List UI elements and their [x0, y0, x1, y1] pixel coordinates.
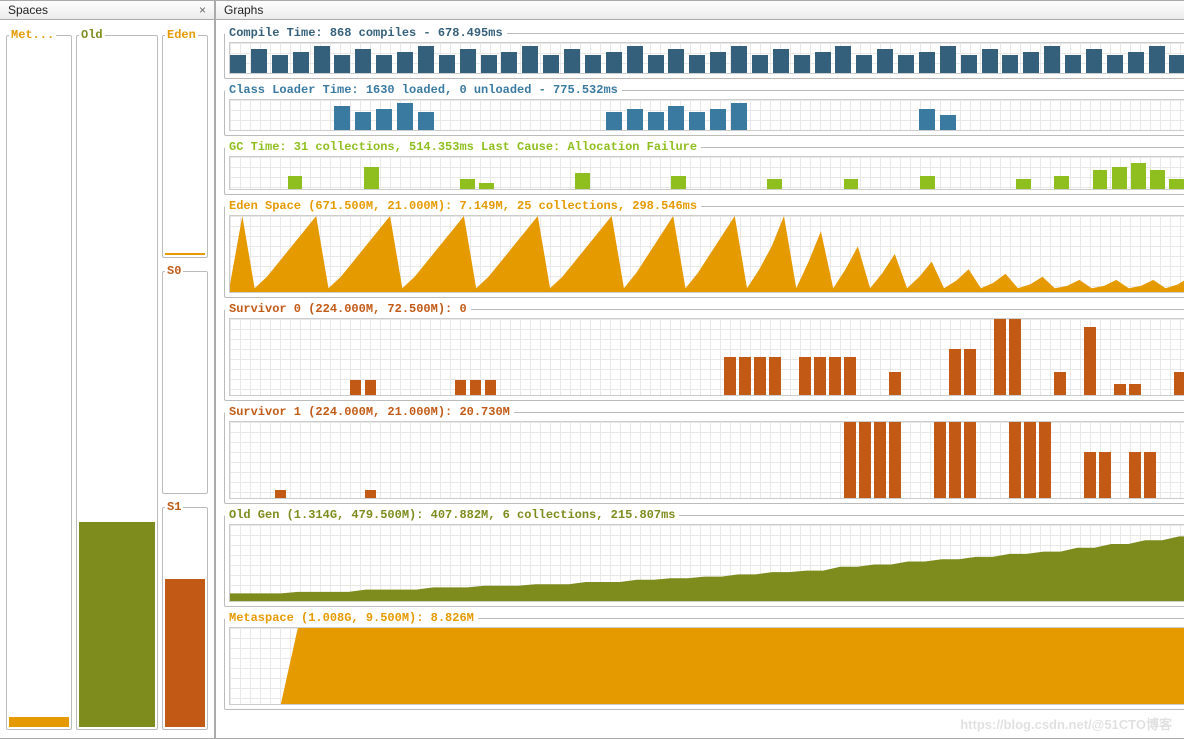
graph-label: Old Gen (1.314G, 479.500M): 407.882M, 6 … — [225, 508, 679, 522]
graphs-title: Graphs — [224, 3, 263, 17]
graph-label: Metaspace (1.008G, 9.500M): 8.826M — [225, 611, 478, 625]
space-old: Old — [76, 28, 158, 730]
chart-oldgen — [229, 524, 1184, 602]
chart-s1 — [229, 421, 1184, 499]
graph-eden: Eden Space (671.500M, 21.000M): 7.149M, … — [224, 199, 1184, 298]
graph-label: Survivor 1 (224.000M, 21.000M): 20.730M — [225, 405, 514, 419]
close-icon[interactable]: × — [197, 3, 208, 17]
graph-label: Survivor 0 (224.000M, 72.500M): 0 — [225, 302, 471, 316]
space-eden: Eden — [162, 28, 208, 258]
chart-compile — [229, 42, 1184, 74]
space-s1: S1 — [162, 500, 208, 730]
space-label: Eden — [165, 28, 198, 42]
spaces-panel: Spaces × Met... Old Eden S0 S1 — [0, 0, 215, 739]
space-metaspace: Met... — [6, 28, 72, 730]
graph-metaspace: Metaspace (1.008G, 9.500M): 8.826M — [224, 611, 1184, 710]
space-label: S1 — [165, 500, 183, 514]
chart-eden — [229, 215, 1184, 293]
graph-label: GC Time: 31 collections, 514.353ms Last … — [225, 140, 701, 154]
graphs-header: Graphs × — [216, 0, 1184, 20]
graph-oldgen: Old Gen (1.314G, 479.500M): 407.882M, 6 … — [224, 508, 1184, 607]
chart-s0 — [229, 318, 1184, 396]
spaces-title: Spaces — [8, 3, 48, 17]
space-s0: S0 — [162, 264, 208, 494]
graph-label: Class Loader Time: 1630 loaded, 0 unload… — [225, 83, 622, 97]
graph-s1: Survivor 1 (224.000M, 21.000M): 20.730M — [224, 405, 1184, 504]
chart-classloader — [229, 99, 1184, 131]
graphs-panel: Graphs × Compile Time: 868 compiles - 67… — [215, 0, 1184, 739]
space-label: S0 — [165, 264, 183, 278]
graph-label: Compile Time: 868 compiles - 678.495ms — [225, 26, 507, 40]
chart-gc — [229, 156, 1184, 190]
graph-compile: Compile Time: 868 compiles - 678.495ms — [224, 26, 1184, 79]
graph-gc: GC Time: 31 collections, 514.353ms Last … — [224, 140, 1184, 195]
graph-classloader: Class Loader Time: 1630 loaded, 0 unload… — [224, 83, 1184, 136]
spaces-header: Spaces × — [0, 0, 214, 20]
space-label: Met... — [9, 28, 56, 42]
graph-s0: Survivor 0 (224.000M, 72.500M): 0 — [224, 302, 1184, 401]
chart-metaspace — [229, 627, 1184, 705]
space-label: Old — [79, 28, 105, 42]
graph-label: Eden Space (671.500M, 21.000M): 7.149M, … — [225, 199, 701, 213]
